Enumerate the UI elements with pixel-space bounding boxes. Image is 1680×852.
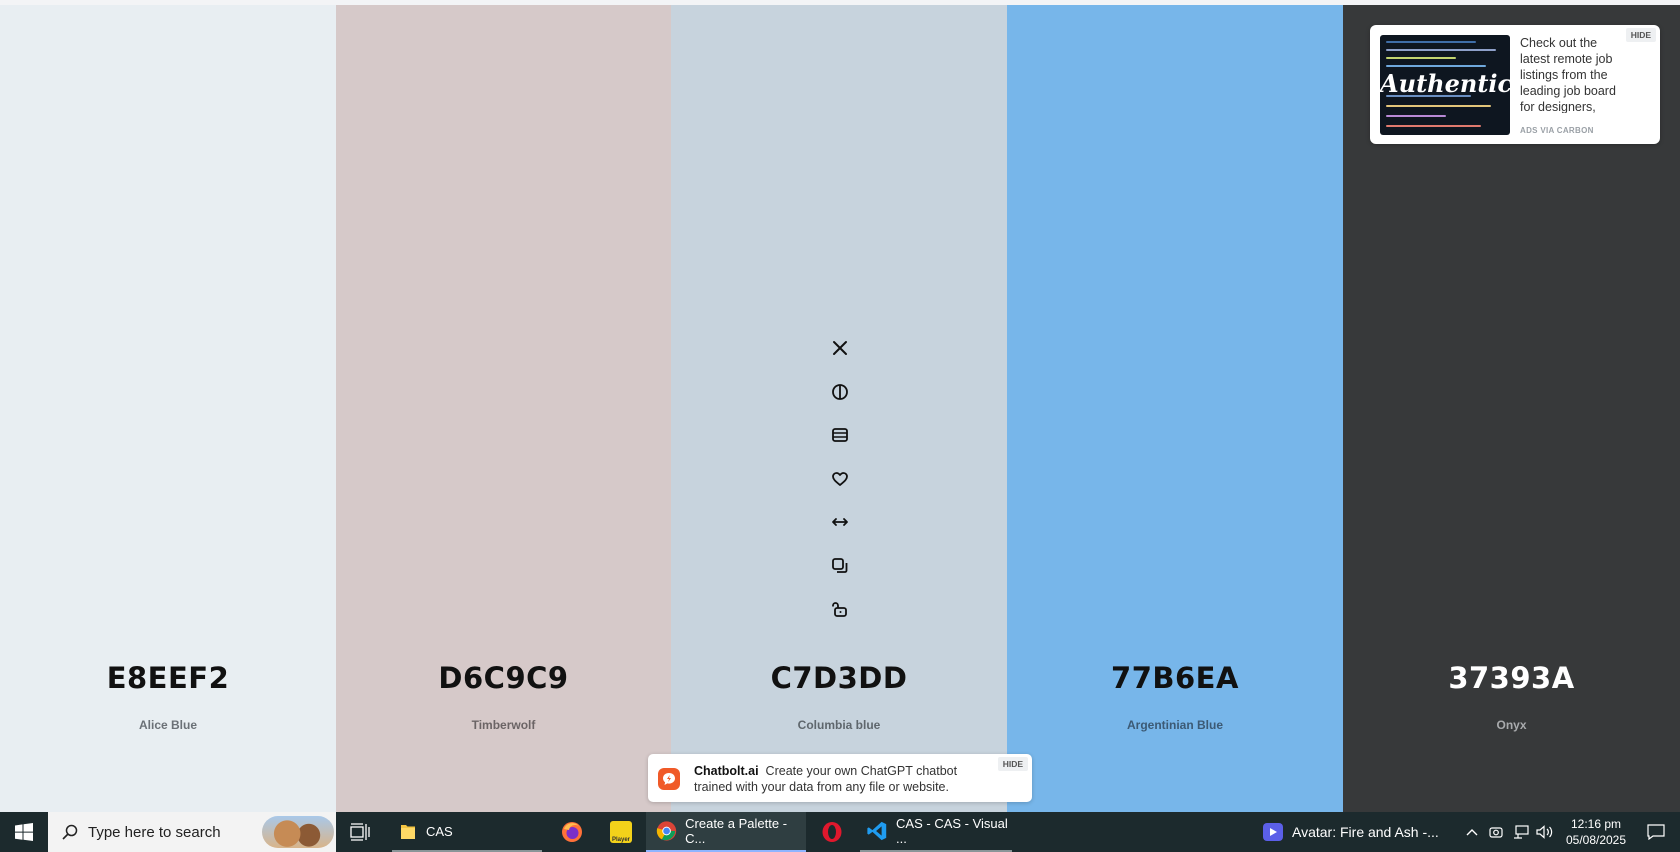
- heart-icon: [832, 471, 848, 486]
- close-icon: [833, 341, 847, 355]
- player-icon: Player: [610, 821, 632, 843]
- app-label: CAS - CAS - Visual ...: [896, 816, 1008, 846]
- shades-icon: [832, 428, 848, 442]
- windows-taskbar: Type here to search CAS Player Create a …: [0, 812, 1680, 852]
- windows-logo-icon: [15, 823, 33, 841]
- taskbar-app-player[interactable]: Player: [606, 812, 636, 852]
- carbon-ad[interactable]: Authentic Check out the latest remote jo…: [1370, 25, 1660, 144]
- taskbar-app-firefox[interactable]: [556, 812, 588, 852]
- view-shades-button[interactable]: [822, 417, 858, 453]
- hide-chatbolt-ad-button[interactable]: HIDE: [997, 757, 1028, 771]
- folder-icon: [401, 825, 415, 839]
- chatbolt-ad-text[interactable]: Chatbolt.ai Create your own ChatGPT chat…: [694, 763, 984, 795]
- lock-color-button[interactable]: [822, 591, 858, 627]
- ad-text[interactable]: Check out the latest remote job listings…: [1520, 35, 1628, 113]
- search-icon: [62, 824, 78, 840]
- color-name[interactable]: Argentinian Blue: [1007, 718, 1343, 732]
- color-hex-code[interactable]: D6C9C9: [336, 661, 671, 695]
- volume-button[interactable]: [1534, 812, 1556, 852]
- clock-date: 05/08/2025: [1565, 833, 1627, 847]
- drag-button[interactable]: [822, 504, 858, 540]
- taskbar-app-vscode[interactable]: CAS - CAS - Visual ...: [860, 812, 1012, 852]
- color-name[interactable]: Columbia blue: [671, 718, 1007, 732]
- color-name[interactable]: Onyx: [1343, 718, 1680, 732]
- search-placeholder: Type here to search: [88, 823, 221, 841]
- camera-icon: [1489, 827, 1503, 838]
- drag-arrows-icon: [832, 518, 848, 526]
- taskbar-app-chrome[interactable]: Create a Palette - C...: [646, 812, 806, 852]
- unlock-icon: [832, 602, 847, 617]
- app-label: Avatar: Fire and Ash -...: [1292, 824, 1439, 840]
- opera-icon: [822, 822, 842, 842]
- speaker-icon: [1536, 825, 1553, 839]
- column-tools: [812, 330, 868, 635]
- vscode-icon: [867, 821, 887, 841]
- clock-time: 12:16 pm: [1570, 817, 1622, 831]
- meet-now-button[interactable]: [1486, 812, 1506, 852]
- color-hex-code[interactable]: 37393A: [1343, 661, 1680, 695]
- notification-icon: [1647, 824, 1665, 840]
- network-button[interactable]: [1510, 812, 1532, 852]
- color-column-4[interactable]: 77B6EA Argentinian Blue: [1007, 5, 1343, 812]
- copy-hex-button[interactable]: [822, 548, 858, 584]
- start-button[interactable]: [0, 812, 48, 852]
- color-hex-code[interactable]: 77B6EA: [1007, 661, 1343, 695]
- chrome-icon: [656, 821, 677, 841]
- contrast-icon: [832, 383, 848, 400]
- copy-icon: [832, 557, 848, 573]
- color-column-1[interactable]: E8EEF2 Alice Blue: [0, 5, 336, 812]
- chatbolt-ad[interactable]: Chatbolt.ai Create your own ChatGPT chat…: [648, 754, 1032, 802]
- color-hex-code[interactable]: C7D3DD: [671, 661, 1007, 695]
- chatbolt-logo-icon: [658, 768, 680, 790]
- taskbar-app-media-player[interactable]: Avatar: Fire and Ash -...: [1262, 812, 1452, 852]
- ad-image-wordmark: Authentic: [1380, 69, 1510, 98]
- taskbar-app-file-explorer[interactable]: CAS: [392, 812, 542, 852]
- hide-ad-button[interactable]: HIDE: [1625, 28, 1656, 42]
- show-hidden-icons-button[interactable]: [1462, 812, 1482, 852]
- color-name[interactable]: Timberwolf: [336, 718, 671, 732]
- view-shades-contrast-button[interactable]: [822, 374, 858, 410]
- chevron-up-icon: [1466, 829, 1478, 836]
- color-column-2[interactable]: D6C9C9 Timberwolf: [336, 5, 671, 812]
- network-icon: [1514, 825, 1529, 839]
- media-player-icon: [1263, 823, 1283, 841]
- ad-image[interactable]: Authentic: [1380, 35, 1510, 135]
- taskbar-clock[interactable]: 12:16 pm 05/08/2025: [1558, 816, 1634, 848]
- task-view-icon: [350, 823, 370, 841]
- app-label: Create a Palette - C...: [685, 816, 788, 846]
- taskbar-search-box[interactable]: Type here to search: [48, 812, 336, 852]
- task-view-button[interactable]: [344, 812, 376, 852]
- color-hex-code[interactable]: E8EEF2: [0, 661, 336, 695]
- color-name[interactable]: Alice Blue: [0, 718, 336, 732]
- taskbar-app-opera[interactable]: [816, 812, 848, 852]
- remove-color-button[interactable]: [822, 330, 858, 366]
- notifications-button[interactable]: [1636, 812, 1676, 852]
- search-highlight-image[interactable]: [262, 816, 334, 848]
- app-label: CAS: [426, 823, 453, 839]
- save-color-button[interactable]: [822, 461, 858, 497]
- firefox-icon: [562, 822, 582, 842]
- ads-via-carbon-link[interactable]: ADS VIA CARBON: [1520, 126, 1594, 135]
- chatbolt-name: Chatbolt.ai: [694, 764, 759, 778]
- player-icon-label: Player: [611, 837, 630, 843]
